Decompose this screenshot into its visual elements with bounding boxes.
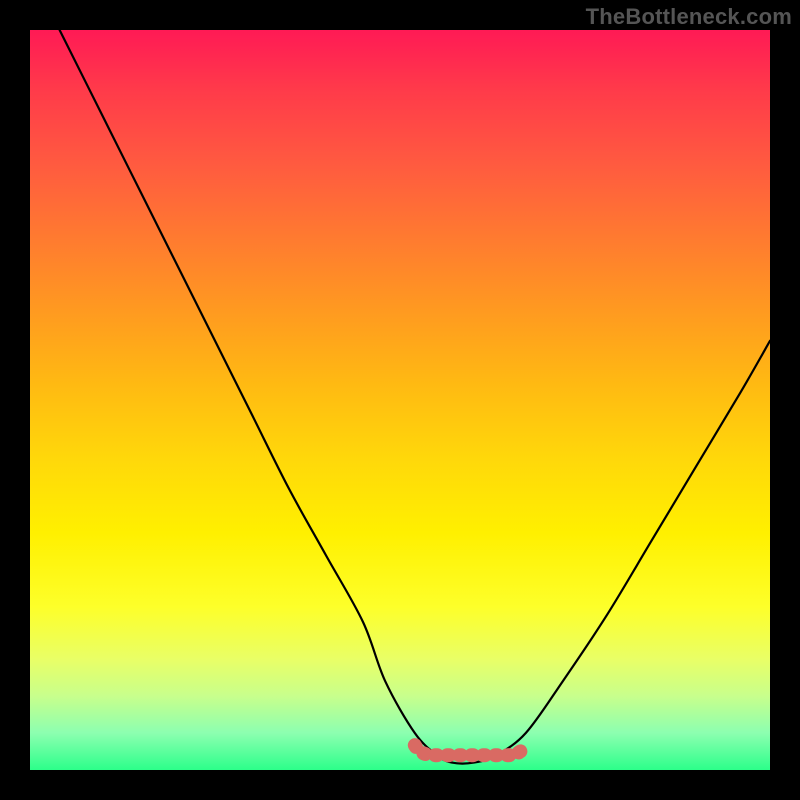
plot-area (30, 30, 770, 770)
curve-line (60, 30, 770, 764)
watermark-text: TheBottleneck.com (586, 4, 792, 30)
chart-frame: TheBottleneck.com (0, 0, 800, 800)
bottleneck-curve (30, 30, 770, 770)
